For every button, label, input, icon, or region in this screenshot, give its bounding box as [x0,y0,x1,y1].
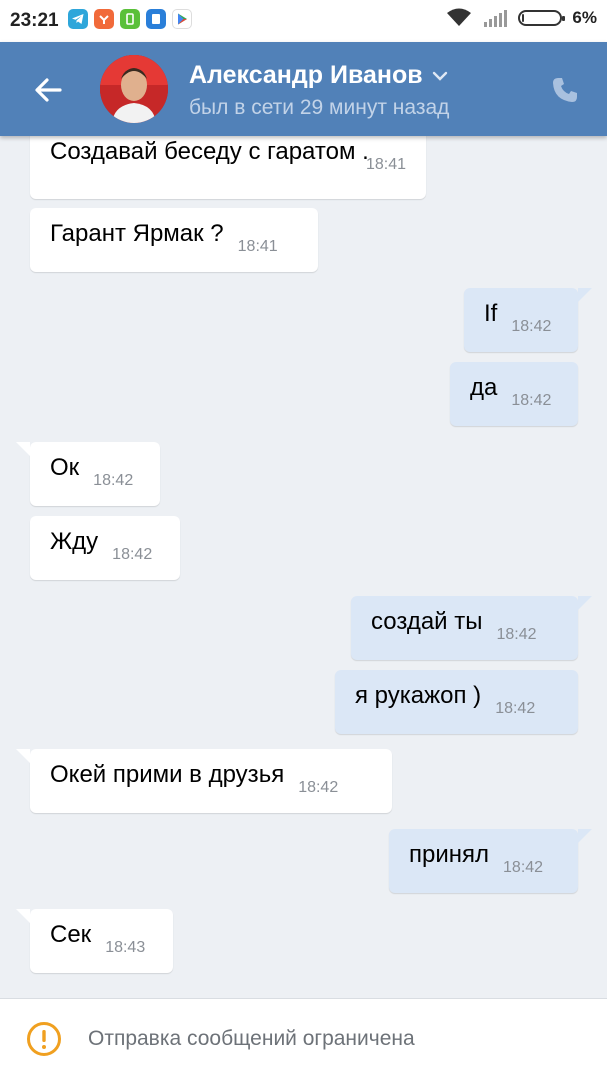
message-bubble[interactable]: создай ты 18:42 [351,596,592,660]
message-bubble[interactable]: Гарант Ярмак ? 18:41 [30,208,318,272]
status-time: 23:21 [10,10,59,31]
status-right: 6% [446,8,597,28]
contact-avatar[interactable] [100,55,168,123]
message-bubble[interactable]: я рукажоп ) 18:42 [335,670,578,734]
message-bubble[interactable]: If 18:42 [464,288,592,352]
restriction-notice: Отправка сообщений ограничена [88,1027,415,1050]
warning-icon [27,1022,61,1056]
status-bar: 23:21 6% [0,0,607,42]
battery-percent: 6% [572,8,597,27]
messaging-restricted-bar: Отправка сообщений ограничена [0,998,607,1081]
files-icon [146,9,166,29]
telegram-icon [68,9,88,29]
back-arrow-icon [35,78,62,102]
mi-icon [94,9,114,29]
message-list[interactable]: Создавай беседу с гаратом . 18:41 Гарант… [0,136,607,998]
message-bubble[interactable]: Окей прими в друзья 18:42 [16,749,392,813]
call-button[interactable] [545,70,585,110]
message-bubble[interactable]: да 18:42 [450,362,578,426]
message-bubble[interactable]: Ок 18:42 [16,442,160,506]
chevron-down-icon [432,71,447,81]
back-button[interactable] [28,70,68,110]
battery-fill [522,14,525,22]
message-bubble[interactable]: Жду 18:42 [30,516,180,580]
phone-icon [553,78,577,102]
status-app-icons [68,9,192,29]
battery-saver-icon [120,9,140,29]
last-seen-status: был в сети 29 минут назад [189,96,450,119]
message-bubble[interactable]: Создавай беседу с гаратом . 18:41 [30,136,426,199]
battery-icon [518,10,566,26]
contact-name[interactable]: Александр Иванов [189,61,449,90]
message-bubble[interactable]: принял 18:42 [389,829,592,893]
wifi-icon [447,8,472,26]
chat-header: Александр Иванов был в сети 29 минут наз… [0,42,607,136]
google-play-icon [172,9,192,29]
signal-icon [484,10,508,27]
message-bubble[interactable]: Сек 18:43 [16,909,173,973]
